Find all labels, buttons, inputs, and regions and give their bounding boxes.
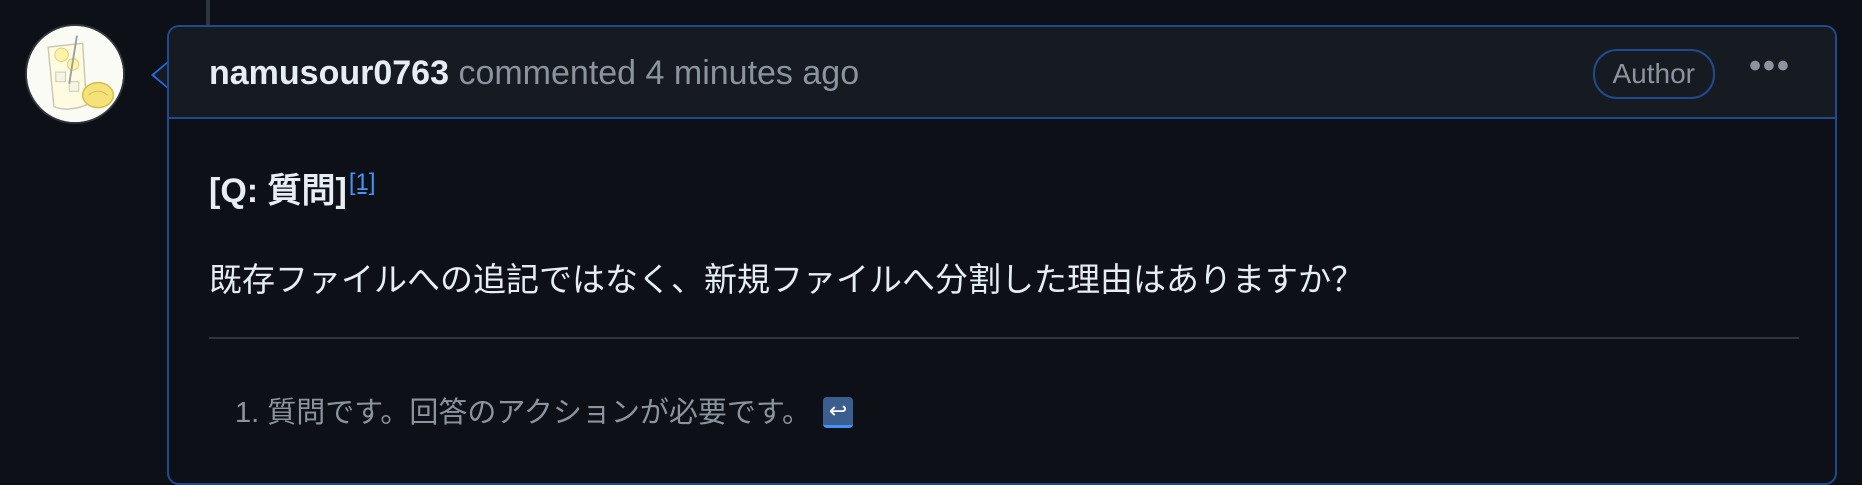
question-text: 既存ファイルへの追記ではなく、新規ファイルへ分割した理由はありますか？ bbox=[209, 261, 1364, 298]
kebab-menu-icon[interactable]: ••• bbox=[1745, 49, 1795, 91]
footnote-item: 1. 質問です。回答のアクションが必要です。 ↩ bbox=[235, 389, 853, 431]
author-badge: Author bbox=[1592, 49, 1715, 99]
footnote-text: 1. 質問です。回答のアクションが必要です。 bbox=[235, 397, 811, 429]
question-heading-text: [Q: 質問] bbox=[209, 172, 347, 210]
author-link[interactable]: namusour0763 bbox=[209, 54, 449, 92]
comment-meta: namusour0763 commented 4 minutes ago bbox=[209, 53, 859, 93]
comment-card: namusour0763 commented 4 minutes ago Aut… bbox=[167, 25, 1837, 485]
comment-timestamp[interactable]: commented 4 minutes ago bbox=[449, 54, 859, 92]
avatar[interactable] bbox=[25, 24, 125, 124]
question-heading: [Q: 質問][1] bbox=[209, 163, 376, 212]
comment-header: namusour0763 commented 4 minutes ago Aut… bbox=[169, 27, 1835, 119]
timeline-connector bbox=[206, 0, 210, 26]
footnote-ref-link[interactable]: [1] bbox=[349, 169, 376, 196]
lemon-sour-glass-icon bbox=[27, 26, 123, 122]
footnotes-divider bbox=[209, 337, 1799, 339]
return-arrow-icon[interactable]: ↩ bbox=[823, 396, 853, 428]
